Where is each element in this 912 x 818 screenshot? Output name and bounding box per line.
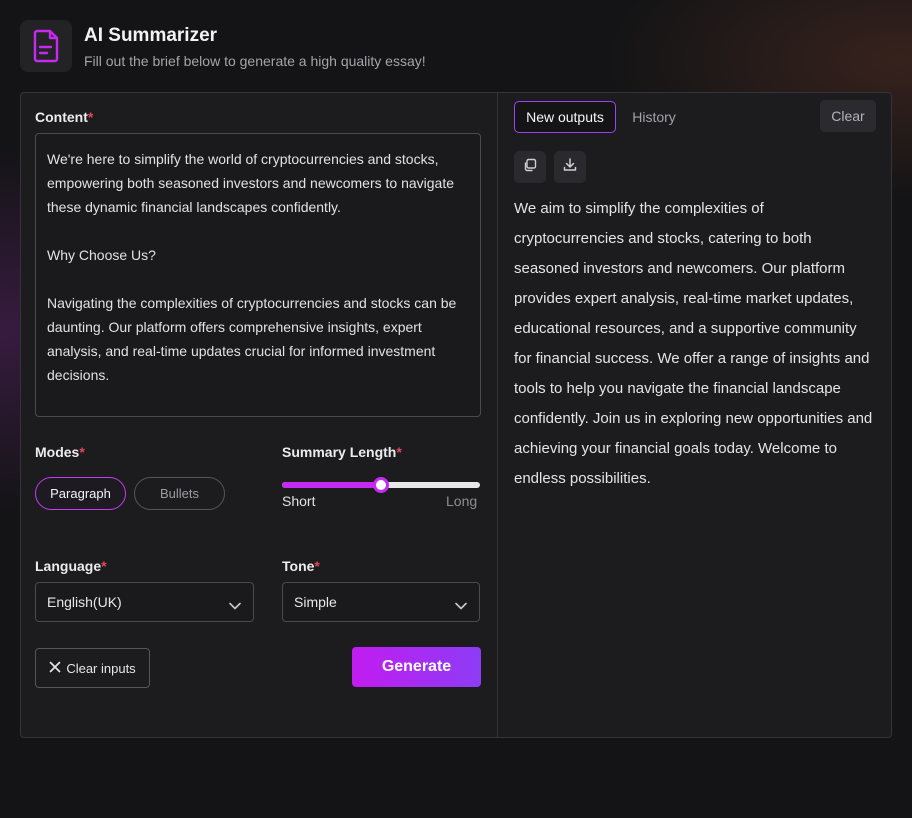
slider-fill [282, 482, 381, 488]
content-paragraph: Why Choose Us? [47, 247, 156, 263]
generate-button[interactable]: Generate [352, 647, 481, 687]
summary-length-slider[interactable] [282, 475, 480, 495]
chevron-down-icon [455, 597, 467, 613]
required-mark: * [396, 444, 402, 460]
close-icon [49, 661, 61, 676]
required-mark: * [101, 558, 107, 574]
slider-max-label: Long [446, 493, 478, 509]
document-icon [20, 20, 72, 72]
tone-value: Simple [294, 594, 337, 610]
content-paragraph: Navigating the complexities of cryptocur… [47, 295, 457, 383]
output-summary-text: We aim to simplify the complexities of c… [514, 200, 873, 487]
language-value: English(UK) [47, 594, 122, 610]
required-mark: * [314, 558, 320, 574]
tone-select[interactable]: Simple [282, 582, 480, 622]
summary-length-label: Summary Length* [282, 444, 402, 460]
page-title: AI Summarizer [84, 25, 218, 46]
copy-icon [523, 158, 537, 177]
copy-button[interactable] [514, 151, 546, 183]
page-subtitle: Fill out the brief below to generate a h… [84, 53, 426, 69]
slider-thumb[interactable] [373, 477, 389, 493]
panel-divider [497, 93, 498, 737]
summarizer-panel: Content* We're here to simplify the worl… [20, 92, 892, 738]
page-header: AI Summarizer Fill out the brief below t… [20, 18, 892, 74]
language-select[interactable]: English(UK) [35, 582, 254, 622]
chevron-down-icon [229, 597, 241, 613]
download-icon [562, 157, 578, 178]
modes-label: Modes* [35, 444, 85, 460]
mode-paragraph-button[interactable]: Paragraph [35, 477, 126, 510]
required-mark: * [87, 109, 94, 125]
clear-inputs-button[interactable]: Clear inputs [35, 648, 150, 688]
tone-label: Tone* [282, 558, 320, 574]
tab-new-outputs[interactable]: New outputs [514, 101, 616, 133]
required-mark: * [79, 444, 85, 460]
tab-history[interactable]: History [624, 101, 684, 133]
output-clear-button[interactable]: Clear [820, 100, 876, 132]
mode-bullets-button[interactable]: Bullets [134, 477, 225, 510]
download-button[interactable] [554, 151, 586, 183]
content-label: Content* [35, 109, 94, 125]
slider-min-label: Short [282, 493, 316, 509]
content-paragraph: We're here to simplify the world of cryp… [47, 151, 455, 215]
content-textarea[interactable]: We're here to simplify the world of cryp… [35, 133, 481, 417]
clear-inputs-label: Clear inputs [66, 660, 136, 676]
language-label: Language* [35, 558, 107, 574]
